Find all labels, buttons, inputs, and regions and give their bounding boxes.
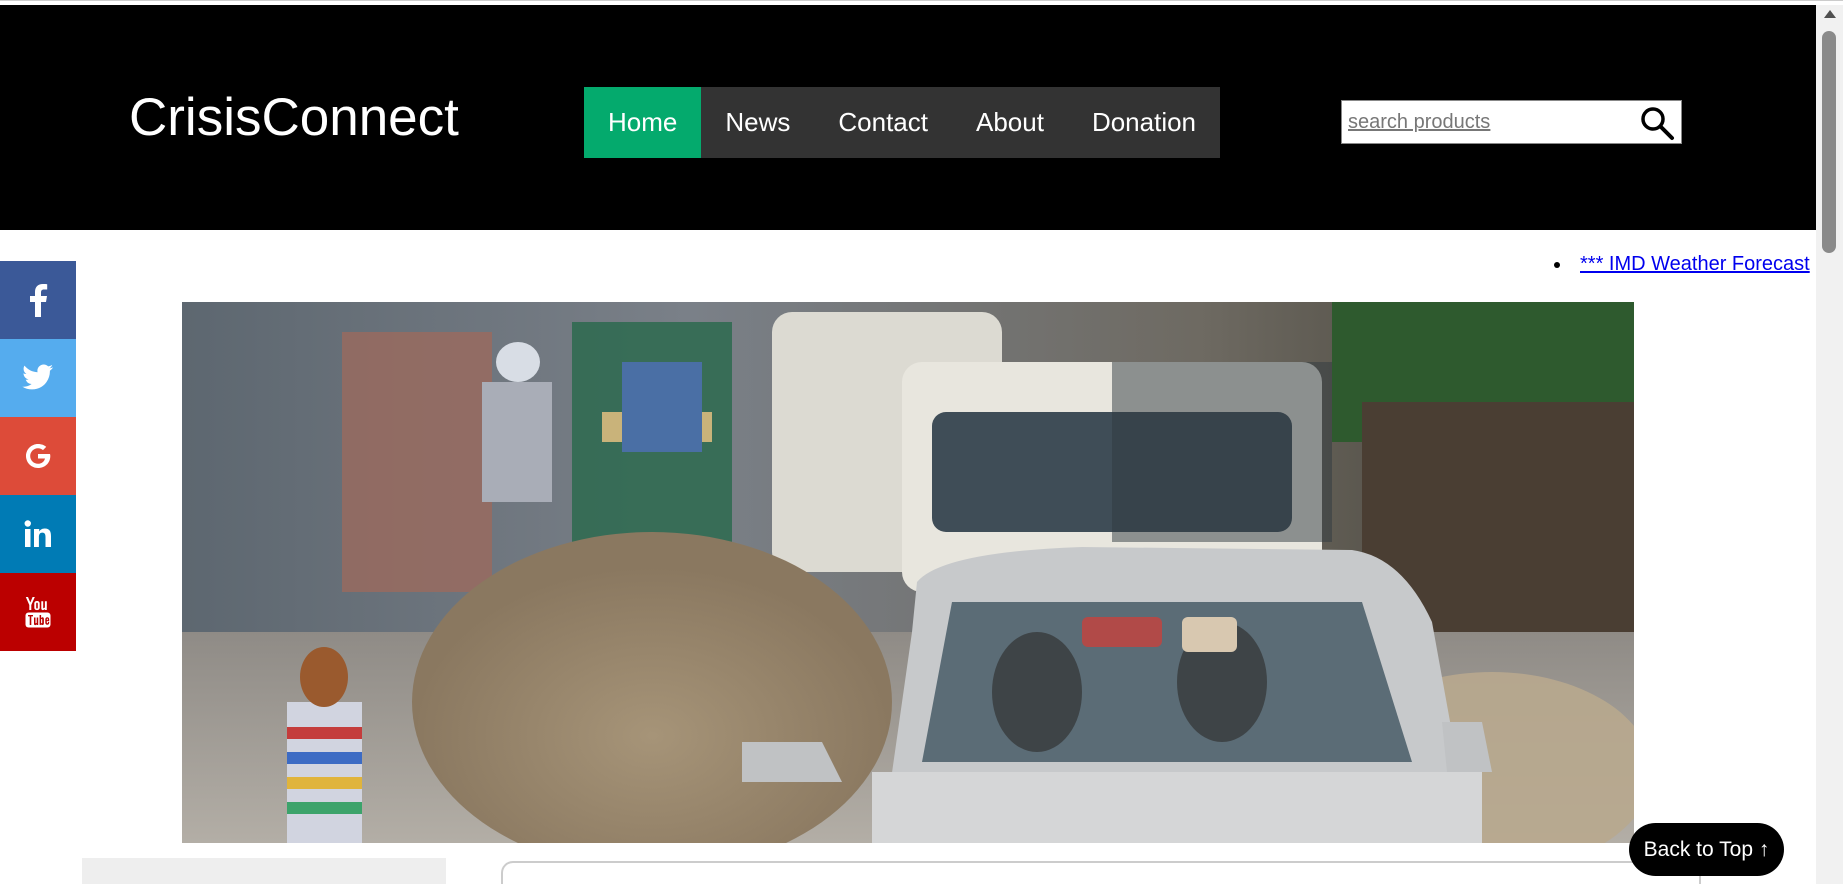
facebook-icon	[30, 284, 48, 317]
nav-contact[interactable]: Contact	[814, 87, 952, 158]
vertical-scrollbar[interactable]	[1816, 5, 1843, 884]
ticker-link[interactable]: *** IMD Weather Forecast	[1580, 253, 1810, 275]
site-logo[interactable]: CrisisConnect	[129, 87, 459, 149]
linkedin-icon	[24, 520, 51, 547]
content-panel	[501, 861, 1701, 884]
search-input[interactable]	[1348, 107, 1628, 137]
ticker-bullet	[1554, 261, 1560, 268]
news-ticker: *** IMD Weather Forecast	[1548, 253, 1816, 283]
search-box	[1341, 100, 1682, 144]
back-to-top-button[interactable]: Back to Top ↑	[1629, 823, 1784, 876]
twitter-icon	[22, 364, 53, 390]
nav-about[interactable]: About	[952, 87, 1068, 158]
nav-news[interactable]: News	[701, 87, 814, 158]
youtube-icon	[25, 597, 51, 628]
google-icon	[26, 444, 51, 468]
search-icon[interactable]	[1639, 105, 1675, 141]
social-sidebar	[0, 261, 76, 651]
scroll-thumb[interactable]	[1822, 31, 1836, 253]
nav-donation[interactable]: Donation	[1068, 87, 1220, 158]
google-button[interactable]	[0, 417, 76, 495]
scroll-up-arrow-icon[interactable]	[1824, 10, 1836, 18]
page: CrisisConnect Home News Contact About Do…	[0, 0, 1843, 884]
site-header: CrisisConnect Home News Contact About Do…	[0, 5, 1816, 230]
twitter-button[interactable]	[0, 339, 76, 417]
main-nav: Home News Contact About Donation	[584, 87, 1221, 158]
sidebar-panel	[82, 858, 446, 884]
linkedin-button[interactable]	[0, 495, 76, 573]
nav-home[interactable]: Home	[584, 87, 702, 158]
facebook-button[interactable]	[0, 261, 76, 339]
youtube-button[interactable]	[0, 573, 76, 651]
hero-image	[182, 302, 1634, 843]
